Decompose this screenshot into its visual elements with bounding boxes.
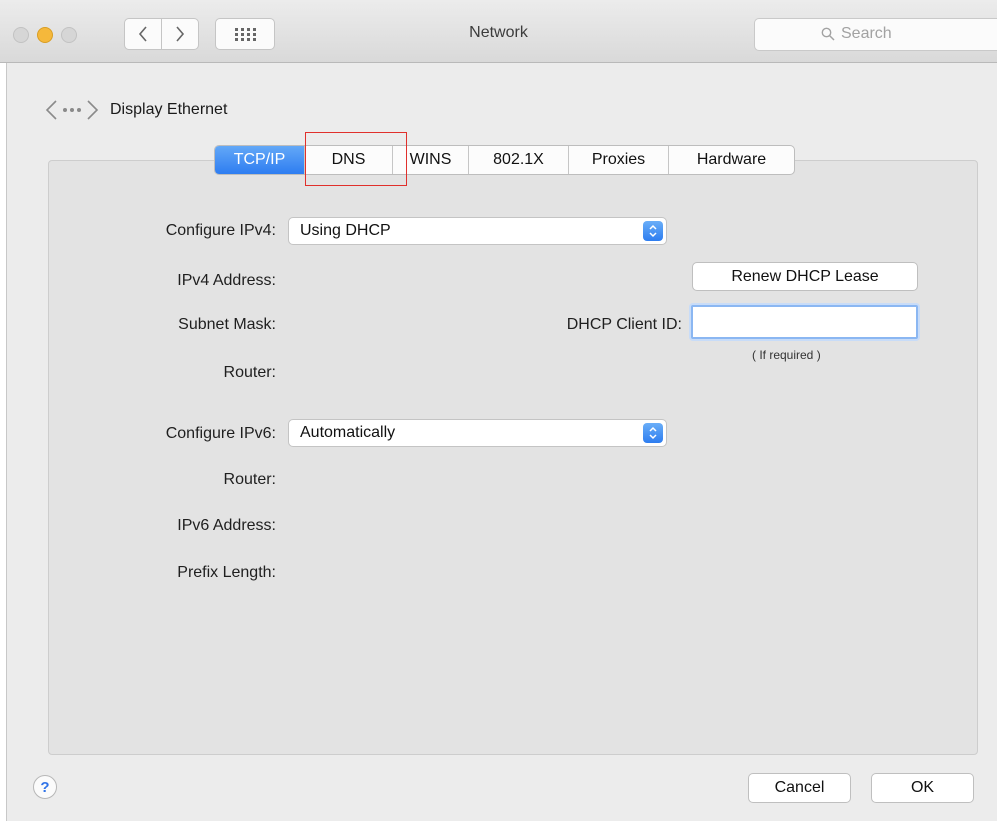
configure-ipv6-label: Configure IPv6: bbox=[165, 425, 276, 442]
ipv6-address-label: IPv6 Address: bbox=[177, 517, 276, 534]
dhcp-client-id-hint: ( If required ) bbox=[752, 348, 821, 362]
dhcp-client-id-field[interactable] bbox=[691, 305, 918, 339]
ipv4-address-label: IPv4 Address: bbox=[177, 272, 276, 289]
up-down-chevron-icon bbox=[643, 423, 663, 443]
configure-ipv6-value: Automatically bbox=[300, 424, 396, 441]
configure-ipv4-value: Using DHCP bbox=[300, 222, 391, 239]
search-input[interactable]: Search bbox=[754, 18, 997, 51]
tab-hardware[interactable]: Hardware bbox=[669, 146, 794, 174]
title-bar: Network Search bbox=[0, 0, 997, 63]
settings-panel bbox=[48, 160, 978, 755]
ethernet-arrows-icon bbox=[45, 100, 99, 120]
tab-bar: TCP/IP DNS WINS 802.1X Proxies Hardware bbox=[214, 145, 795, 175]
search-placeholder-group: Search bbox=[821, 25, 892, 43]
up-down-chevron-icon bbox=[643, 221, 663, 241]
configure-ipv4-popup[interactable]: Using DHCP bbox=[288, 217, 667, 245]
interface-name: Display Ethernet bbox=[110, 101, 228, 118]
tab-dns[interactable]: DNS bbox=[305, 146, 393, 174]
subnet-mask-label: Subnet Mask: bbox=[178, 316, 276, 333]
prefix-length-label: Prefix Length: bbox=[177, 564, 276, 581]
search-icon bbox=[821, 27, 835, 41]
interface-header: Display Ethernet bbox=[44, 99, 227, 121]
ipv4-router-label: Router: bbox=[223, 364, 276, 381]
renew-dhcp-lease-button[interactable]: Renew DHCP Lease bbox=[692, 262, 918, 291]
search-placeholder: Search bbox=[841, 25, 892, 42]
ipv6-router-label: Router: bbox=[223, 471, 276, 488]
ok-button[interactable]: OK bbox=[871, 773, 974, 803]
dhcp-client-id-label: DHCP Client ID: bbox=[566, 316, 682, 333]
configure-ipv6-popup[interactable]: Automatically bbox=[288, 419, 667, 447]
tab-802-1x[interactable]: 802.1X bbox=[469, 146, 569, 174]
tab-wins[interactable]: WINS bbox=[393, 146, 469, 174]
configure-ipv4-label: Configure IPv4: bbox=[165, 222, 276, 239]
help-button[interactable]: ? bbox=[33, 775, 57, 799]
tab-tcp-ip[interactable]: TCP/IP bbox=[215, 146, 305, 174]
tab-proxies[interactable]: Proxies bbox=[569, 146, 669, 174]
cancel-button[interactable]: Cancel bbox=[748, 773, 851, 803]
